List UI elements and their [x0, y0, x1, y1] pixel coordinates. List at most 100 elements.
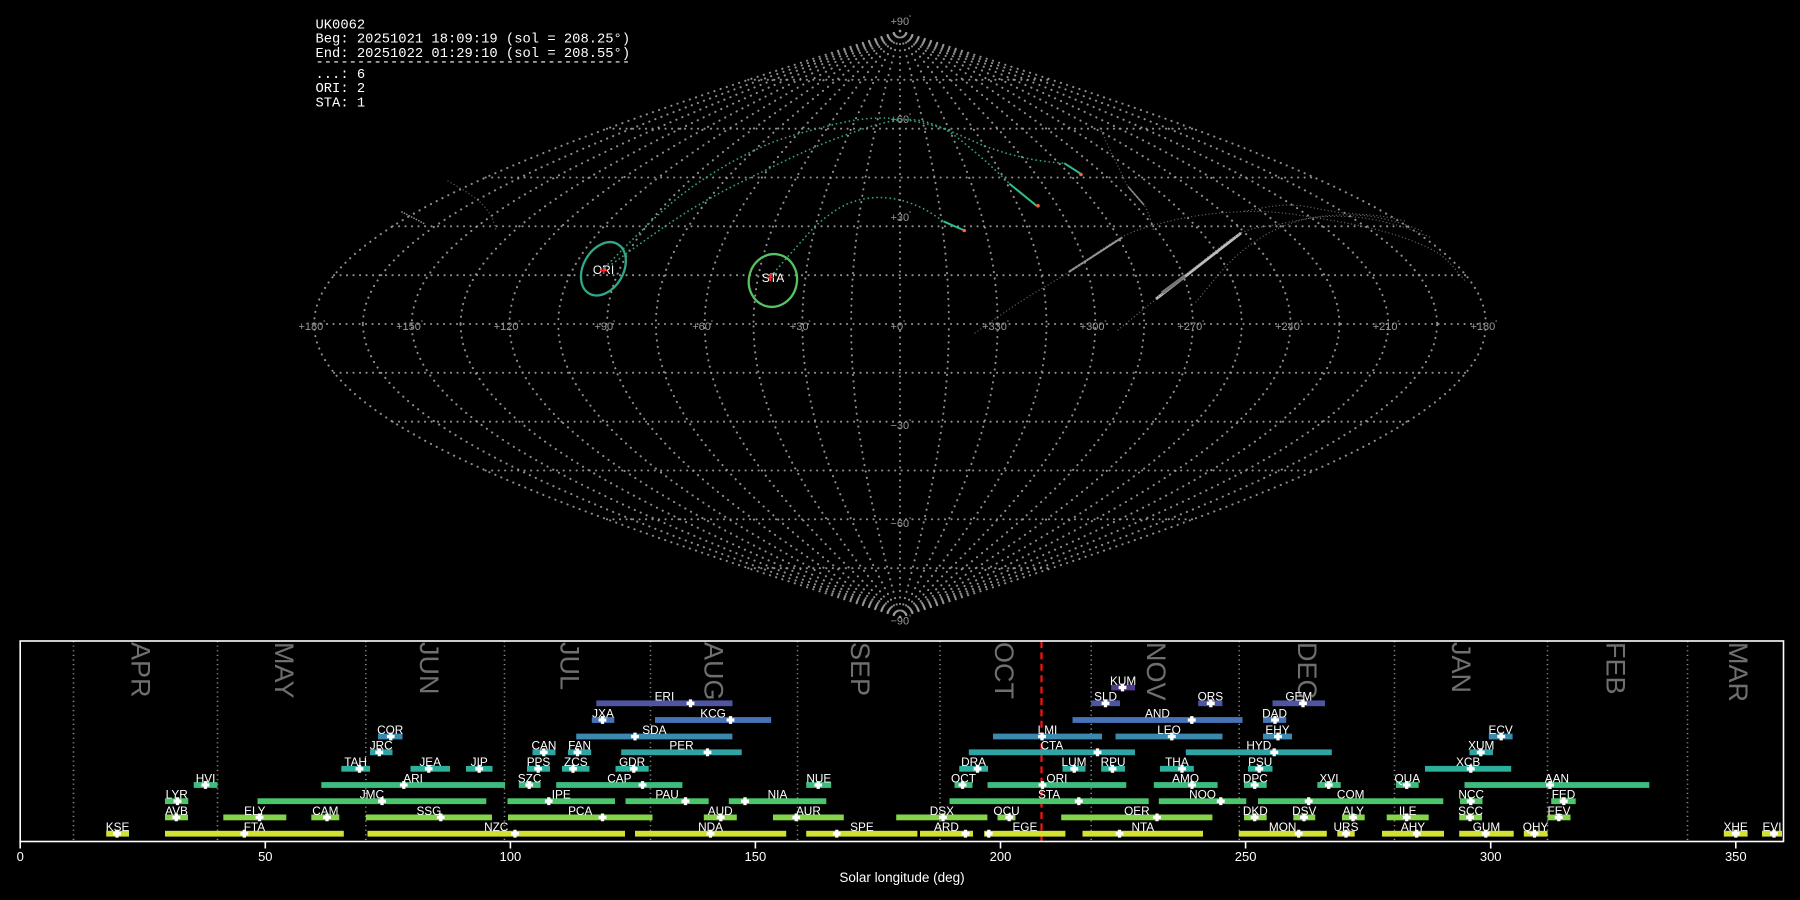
- svg-text:DSV: DSV: [1292, 804, 1316, 818]
- svg-text:AMO: AMO: [1172, 771, 1199, 785]
- svg-text:350: 350: [1725, 849, 1747, 864]
- svg-text:LYR: LYR: [166, 788, 188, 802]
- svg-text:AUR: AUR: [796, 804, 821, 818]
- svg-text:CTA: CTA: [1041, 739, 1064, 753]
- svg-text:APR: APR: [125, 642, 155, 698]
- svg-text:CAM: CAM: [312, 804, 338, 818]
- svg-text:SCC: SCC: [1458, 804, 1483, 818]
- svg-text:ERI: ERI: [655, 690, 675, 704]
- svg-text:MON: MON: [1269, 820, 1297, 834]
- svg-text:QUA: QUA: [1395, 771, 1421, 785]
- svg-text:HYD: HYD: [1246, 739, 1271, 753]
- svg-text:PER: PER: [669, 739, 693, 753]
- svg-text:GEM: GEM: [1285, 690, 1312, 704]
- svg-text:FED: FED: [1552, 788, 1576, 802]
- svg-text:XHE: XHE: [1723, 820, 1747, 834]
- svg-text:PPS: PPS: [527, 755, 551, 769]
- svg-text:JUN: JUN: [414, 642, 444, 695]
- svg-text:XUM: XUM: [1468, 739, 1494, 753]
- svg-text:JAN: JAN: [1446, 642, 1476, 693]
- svg-text:NDA: NDA: [698, 820, 723, 834]
- svg-text:PSU: PSU: [1248, 755, 1272, 769]
- svg-text:JMC: JMC: [360, 788, 385, 802]
- svg-text:NZC: NZC: [484, 820, 509, 834]
- svg-text:+30˚: +30˚: [790, 320, 811, 333]
- svg-text:PCA: PCA: [568, 804, 592, 818]
- svg-text:LUM: LUM: [1062, 755, 1087, 769]
- svg-text:LMI: LMI: [1038, 723, 1058, 737]
- svg-text:+330˚: +330˚: [982, 320, 1009, 333]
- svg-text:LEO: LEO: [1157, 723, 1181, 737]
- svg-text:SSG: SSG: [416, 804, 441, 818]
- svg-text:DKD: DKD: [1243, 804, 1268, 818]
- svg-text:ARI: ARI: [403, 771, 423, 785]
- svg-text:AUD: AUD: [708, 804, 733, 818]
- svg-text:JEA: JEA: [419, 755, 441, 769]
- svg-text:AND: AND: [1145, 706, 1170, 720]
- svg-text:NTA: NTA: [1131, 820, 1154, 834]
- svg-text:SZC: SZC: [518, 771, 542, 785]
- svg-text:FTA: FTA: [244, 820, 266, 834]
- svg-text:AUG: AUG: [698, 642, 728, 701]
- svg-text:JIP: JIP: [471, 755, 488, 769]
- svg-text:...: 6: ...: 6: [316, 68, 366, 83]
- svg-text:+90˚: +90˚: [890, 15, 911, 28]
- svg-text:ECV: ECV: [1488, 723, 1512, 737]
- svg-text:150: 150: [745, 849, 767, 864]
- svg-text:CAP: CAP: [607, 771, 631, 785]
- svg-text:COR: COR: [377, 723, 403, 737]
- svg-text:200: 200: [990, 849, 1012, 864]
- svg-text:KCG: KCG: [700, 706, 726, 720]
- svg-text:FEB: FEB: [1600, 642, 1630, 695]
- svg-text:STA: STA: [1038, 788, 1060, 802]
- svg-text:Beg: 20251021 18:09:19 (sol =: Beg: 20251021 18:09:19 (sol = 208.25°): [316, 32, 631, 48]
- svg-text:0: 0: [17, 849, 24, 864]
- svg-text:NOO: NOO: [1189, 788, 1216, 802]
- svg-text:JXA: JXA: [592, 706, 614, 720]
- svg-text:FEV: FEV: [1548, 804, 1571, 818]
- svg-text:PAU: PAU: [655, 788, 678, 802]
- svg-text:+90˚: +90˚: [594, 320, 615, 333]
- svg-text:DSX: DSX: [930, 804, 954, 818]
- svg-text:ELY: ELY: [244, 804, 266, 818]
- svg-text:THA: THA: [1165, 755, 1189, 769]
- svg-text:SEP: SEP: [845, 642, 875, 696]
- svg-text:−30˚: −30˚: [890, 419, 911, 432]
- svg-text:+240˚: +240˚: [1275, 320, 1302, 333]
- svg-text:UK0062: UK0062: [316, 18, 366, 33]
- svg-text:OER: OER: [1124, 804, 1150, 818]
- svg-text:MAY: MAY: [269, 642, 299, 699]
- svg-text:ORI: ORI: [1046, 771, 1067, 785]
- svg-text:MAR: MAR: [1723, 642, 1753, 702]
- svg-text:DPC: DPC: [1243, 771, 1268, 785]
- svg-text:+30˚: +30˚: [890, 211, 911, 224]
- svg-text:DAD: DAD: [1262, 706, 1287, 720]
- svg-text:NIA: NIA: [768, 788, 788, 802]
- svg-text:100: 100: [500, 849, 522, 864]
- svg-text:HVI: HVI: [196, 771, 216, 785]
- svg-text:OCT: OCT: [951, 771, 976, 785]
- svg-text:RPU: RPU: [1101, 755, 1126, 769]
- svg-text:GUM: GUM: [1473, 820, 1501, 834]
- svg-text:ORI: 2: ORI: 2: [316, 82, 366, 97]
- svg-text:STA: 1: STA: 1: [316, 97, 366, 112]
- svg-text:+180˚: +180˚: [298, 320, 325, 333]
- svg-text:AHY: AHY: [1401, 820, 1425, 834]
- svg-text:GDR: GDR: [619, 755, 645, 769]
- svg-text:EVI: EVI: [1762, 820, 1781, 834]
- svg-text:CAN: CAN: [532, 739, 557, 753]
- svg-text:FAN: FAN: [568, 739, 591, 753]
- svg-text:EGE: EGE: [1012, 820, 1037, 834]
- svg-text:JRC: JRC: [370, 739, 393, 753]
- svg-text:COM: COM: [1337, 788, 1365, 802]
- svg-text:IPE: IPE: [552, 788, 571, 802]
- svg-text:+120˚: +120˚: [494, 320, 521, 333]
- svg-text:ORS: ORS: [1198, 690, 1224, 704]
- svg-text:−60˚: −60˚: [890, 517, 911, 530]
- svg-text:SDA: SDA: [642, 723, 666, 737]
- svg-text:+180˚: +180˚: [1470, 320, 1497, 333]
- svg-text:+60˚: +60˚: [692, 320, 713, 333]
- svg-text:JUL: JUL: [554, 642, 584, 690]
- svg-text:ARD: ARD: [934, 820, 959, 834]
- svg-text:DRA: DRA: [961, 755, 986, 769]
